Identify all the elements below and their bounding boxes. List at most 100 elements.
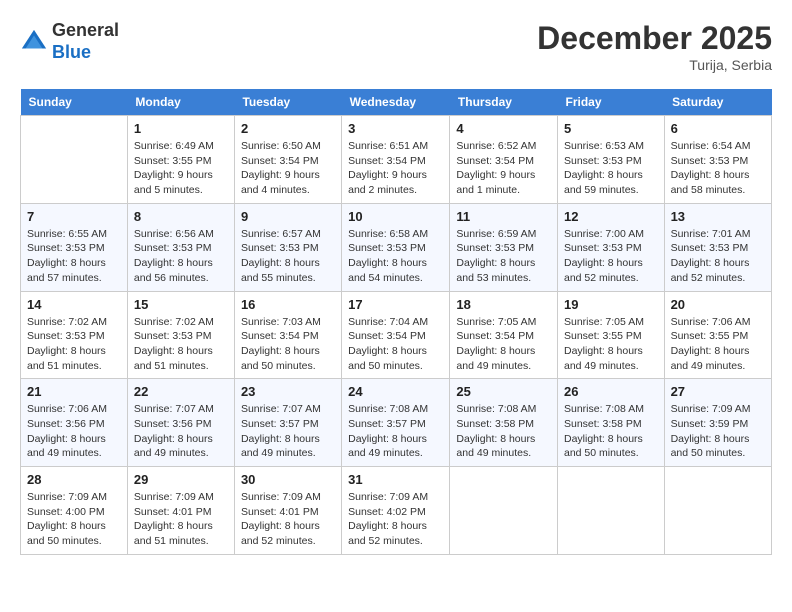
day-info: Sunrise: 7:06 AMSunset: 3:56 PMDaylight:…	[27, 402, 121, 461]
day-info: Sunrise: 7:07 AMSunset: 3:57 PMDaylight:…	[241, 402, 335, 461]
day-info: Sunrise: 7:09 AMSunset: 4:00 PMDaylight:…	[27, 490, 121, 549]
calendar-cell	[664, 467, 771, 555]
calendar-cell: 4 Sunrise: 6:52 AMSunset: 3:54 PMDaylight…	[450, 116, 558, 204]
day-info: Sunrise: 6:51 AMSunset: 3:54 PMDaylight:…	[348, 139, 443, 198]
calendar-cell: 24 Sunrise: 7:08 AMSunset: 3:57 PMDayligh…	[342, 379, 450, 467]
day-number: 9	[241, 209, 335, 224]
calendar-cell: 15 Sunrise: 7:02 AMSunset: 3:53 PMDayligh…	[127, 291, 234, 379]
day-info: Sunrise: 6:56 AMSunset: 3:53 PMDaylight:…	[134, 227, 228, 286]
calendar-cell: 22 Sunrise: 7:07 AMSunset: 3:56 PMDayligh…	[127, 379, 234, 467]
day-info: Sunrise: 7:03 AMSunset: 3:54 PMDaylight:…	[241, 315, 335, 374]
title-area: December 2025 Turija, Serbia	[537, 20, 772, 73]
day-number: 14	[27, 297, 121, 312]
calendar-cell: 11Sunrise: 6:59 AMSunset: 3:53 PMDayligh…	[450, 203, 558, 291]
calendar-cell: 3 Sunrise: 6:51 AMSunset: 3:54 PMDaylight…	[342, 116, 450, 204]
day-info: Sunrise: 6:50 AMSunset: 3:54 PMDaylight:…	[241, 139, 335, 198]
day-info: Sunrise: 7:07 AMSunset: 3:56 PMDaylight:…	[134, 402, 228, 461]
calendar-header-row: Sunday Monday Tuesday Wednesday Thursday…	[21, 89, 772, 116]
day-info: Sunrise: 7:06 AMSunset: 3:55 PMDaylight:…	[671, 315, 765, 374]
day-number: 2	[241, 121, 335, 136]
month-title: December 2025	[537, 20, 772, 57]
calendar: Sunday Monday Tuesday Wednesday Thursday…	[20, 89, 772, 555]
calendar-cell: 20 Sunrise: 7:06 AMSunset: 3:55 PMDayligh…	[664, 291, 771, 379]
col-saturday: Saturday	[664, 89, 771, 116]
calendar-cell: 10 Sunrise: 6:58 AMSunset: 3:53 PMDayligh…	[342, 203, 450, 291]
calendar-cell: 13Sunrise: 7:01 AMSunset: 3:53 PMDayligh…	[664, 203, 771, 291]
day-info: Sunrise: 7:08 AMSunset: 3:57 PMDaylight:…	[348, 402, 443, 461]
day-number: 25	[456, 384, 551, 399]
col-sunday: Sunday	[21, 89, 128, 116]
day-number: 15	[134, 297, 228, 312]
calendar-cell: 2 Sunrise: 6:50 AMSunset: 3:54 PMDaylight…	[234, 116, 341, 204]
day-number: 1	[134, 121, 228, 136]
col-thursday: Thursday	[450, 89, 558, 116]
calendar-cell: 5 Sunrise: 6:53 AMSunset: 3:53 PMDaylight…	[557, 116, 664, 204]
calendar-cell: 17 Sunrise: 7:04 AMSunset: 3:54 PMDayligh…	[342, 291, 450, 379]
day-number: 30	[241, 472, 335, 487]
day-number: 28	[27, 472, 121, 487]
day-number: 27	[671, 384, 765, 399]
calendar-cell: 31Sunrise: 7:09 AMSunset: 4:02 PMDayligh…	[342, 467, 450, 555]
day-number: 26	[564, 384, 658, 399]
calendar-cell: 8 Sunrise: 6:56 AMSunset: 3:53 PMDaylight…	[127, 203, 234, 291]
day-info: Sunrise: 7:08 AMSunset: 3:58 PMDaylight:…	[456, 402, 551, 461]
day-info: Sunrise: 7:01 AMSunset: 3:53 PMDaylight:…	[671, 227, 765, 286]
day-number: 23	[241, 384, 335, 399]
day-number: 16	[241, 297, 335, 312]
day-number: 21	[27, 384, 121, 399]
calendar-cell: 7 Sunrise: 6:55 AMSunset: 3:53 PMDaylight…	[21, 203, 128, 291]
calendar-cell: 18 Sunrise: 7:05 AMSunset: 3:54 PMDayligh…	[450, 291, 558, 379]
day-number: 20	[671, 297, 765, 312]
day-info: Sunrise: 6:53 AMSunset: 3:53 PMDaylight:…	[564, 139, 658, 198]
calendar-cell: 29 Sunrise: 7:09 AMSunset: 4:01 PMDayligh…	[127, 467, 234, 555]
calendar-cell: 6 Sunrise: 6:54 AMSunset: 3:53 PMDaylight…	[664, 116, 771, 204]
calendar-cell: 23 Sunrise: 7:07 AMSunset: 3:57 PMDayligh…	[234, 379, 341, 467]
day-number: 29	[134, 472, 228, 487]
day-info: Sunrise: 7:09 AMSunset: 4:01 PMDaylight:…	[134, 490, 228, 549]
day-number: 22	[134, 384, 228, 399]
day-number: 18	[456, 297, 551, 312]
day-number: 10	[348, 209, 443, 224]
day-number: 4	[456, 121, 551, 136]
day-number: 11	[456, 209, 551, 224]
day-info: Sunrise: 7:04 AMSunset: 3:54 PMDaylight:…	[348, 315, 443, 374]
page-header: General Blue December 2025 Turija, Serbi…	[20, 20, 772, 73]
calendar-cell: 28 Sunrise: 7:09 AMSunset: 4:00 PMDayligh…	[21, 467, 128, 555]
day-info: Sunrise: 7:05 AMSunset: 3:54 PMDaylight:…	[456, 315, 551, 374]
calendar-cell: 14Sunrise: 7:02 AMSunset: 3:53 PMDayligh…	[21, 291, 128, 379]
calendar-cell	[21, 116, 128, 204]
day-number: 7	[27, 209, 121, 224]
logo-text: General Blue	[52, 20, 119, 63]
location: Turija, Serbia	[537, 57, 772, 73]
day-info: Sunrise: 7:09 AMSunset: 3:59 PMDaylight:…	[671, 402, 765, 461]
calendar-cell: 30 Sunrise: 7:09 AMSunset: 4:01 PMDayligh…	[234, 467, 341, 555]
day-number: 8	[134, 209, 228, 224]
day-number: 19	[564, 297, 658, 312]
day-info: Sunrise: 7:09 AMSunset: 4:01 PMDaylight:…	[241, 490, 335, 549]
day-info: Sunrise: 6:55 AMSunset: 3:53 PMDaylight:…	[27, 227, 121, 286]
col-monday: Monday	[127, 89, 234, 116]
calendar-cell: 21 Sunrise: 7:06 AMSunset: 3:56 PMDayligh…	[21, 379, 128, 467]
day-info: Sunrise: 7:02 AMSunset: 3:53 PMDaylight:…	[134, 315, 228, 374]
calendar-cell: 19 Sunrise: 7:05 AMSunset: 3:55 PMDayligh…	[557, 291, 664, 379]
day-number: 24	[348, 384, 443, 399]
calendar-cell: 1Sunrise: 6:49 AMSunset: 3:55 PMDaylight…	[127, 116, 234, 204]
day-number: 6	[671, 121, 765, 136]
day-info: Sunrise: 6:54 AMSunset: 3:53 PMDaylight:…	[671, 139, 765, 198]
calendar-cell: 27 Sunrise: 7:09 AMSunset: 3:59 PMDayligh…	[664, 379, 771, 467]
day-info: Sunrise: 6:58 AMSunset: 3:53 PMDaylight:…	[348, 227, 443, 286]
calendar-cell	[557, 467, 664, 555]
calendar-cell: 16 Sunrise: 7:03 AMSunset: 3:54 PMDayligh…	[234, 291, 341, 379]
calendar-cell	[450, 467, 558, 555]
day-number: 3	[348, 121, 443, 136]
day-info: Sunrise: 7:05 AMSunset: 3:55 PMDaylight:…	[564, 315, 658, 374]
day-number: 5	[564, 121, 658, 136]
col-friday: Friday	[557, 89, 664, 116]
calendar-cell: 9 Sunrise: 6:57 AMSunset: 3:53 PMDaylight…	[234, 203, 341, 291]
day-number: 12	[564, 209, 658, 224]
day-number: 17	[348, 297, 443, 312]
day-info: Sunrise: 7:08 AMSunset: 3:58 PMDaylight:…	[564, 402, 658, 461]
day-info: Sunrise: 6:52 AMSunset: 3:54 PMDaylight:…	[456, 139, 551, 198]
calendar-cell: 25 Sunrise: 7:08 AMSunset: 3:58 PMDayligh…	[450, 379, 558, 467]
day-info: Sunrise: 6:57 AMSunset: 3:53 PMDaylight:…	[241, 227, 335, 286]
